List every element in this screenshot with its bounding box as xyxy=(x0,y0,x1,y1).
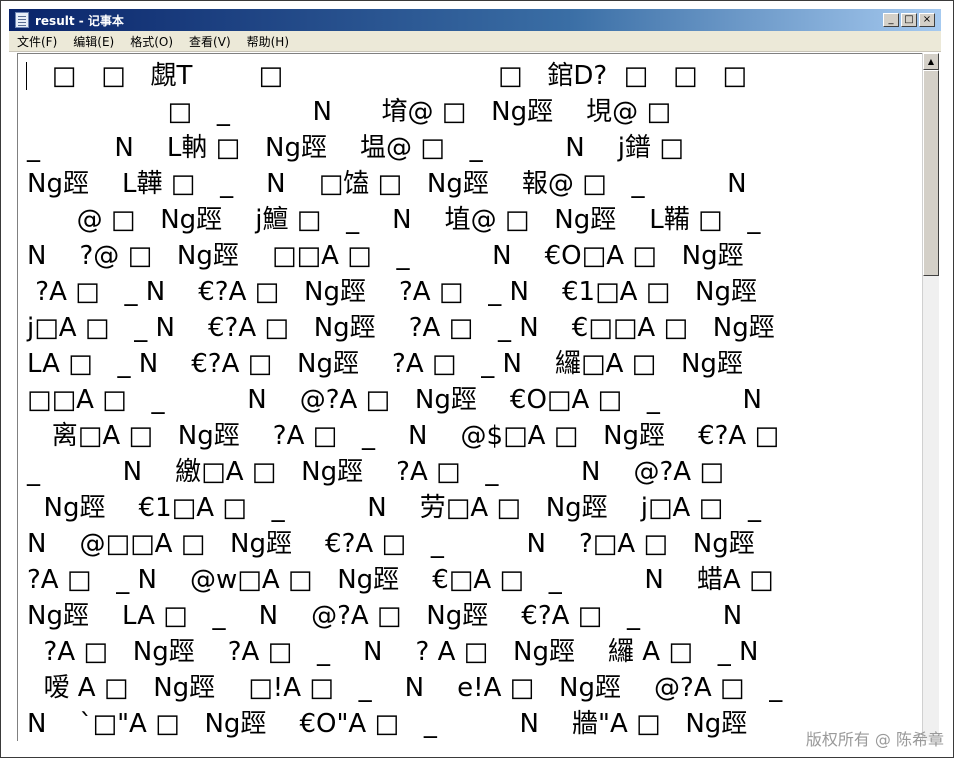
menu-format[interactable]: 格式(O) xyxy=(122,33,181,50)
text-line: N `□"A □ Ng踁 €O"A □ _ N 牆"A □ Ng踁 xyxy=(27,709,748,739)
text-line: ?A □ _ N @w□A □ Ng踁 €□A □ _ N 蜡A □ xyxy=(27,565,774,595)
menu-help[interactable]: 帮助(H) xyxy=(239,33,297,50)
text-caret xyxy=(26,62,27,90)
document-text[interactable]: □ □ 覷T □ □ 錧D? □ □ □ □ _ N 堉@ □ Ng踁 垷@ □… xyxy=(18,54,922,741)
text-line: LA □ _ N €?A □ Ng踁 ?A □ _ N 纙□A □ Ng踁 xyxy=(27,349,743,379)
scroll-thumb[interactable] xyxy=(923,70,939,276)
notepad-window: result - 记事本 _ □ × 文件(F) 编辑(E) 格式(O) 查看(… xyxy=(0,0,954,758)
text-line: Ng踁 €1□A □ _ N 劳□A □ Ng踁 j□A □ _ xyxy=(27,493,761,523)
text-line: @ □ Ng踁 j鱣 □ _ N 埴@ □ Ng踁 L鞴 □ _ xyxy=(27,205,761,235)
menu-file[interactable]: 文件(F) xyxy=(9,33,65,50)
notepad-icon xyxy=(15,12,29,28)
text-line: ?A □ _ N €?A □ Ng踁 ?A □ _ N €1□A □ Ng踁 xyxy=(27,277,758,307)
text-line: □ □ 覷T □ □ 錧D? □ □ □ xyxy=(27,61,747,91)
window-title: result - 记事本 xyxy=(35,13,124,28)
text-line: □ _ N 堉@ □ Ng踁 垷@ □ xyxy=(27,97,672,127)
scroll-up-arrow-icon[interactable]: ▲ xyxy=(923,53,939,70)
text-line: j□A □ _ N €?A □ Ng踁 ?A □ _ N €□□A □ Ng踁 xyxy=(27,313,775,343)
text-line: 离□A □ Ng踁 ?A □ _ N @$□A □ Ng踁 €?A □ xyxy=(27,421,780,451)
menu-edit[interactable]: 编辑(E) xyxy=(65,33,122,50)
text-line: N @□□A □ Ng踁 €?A □ _ N ?□A □ Ng踁 xyxy=(27,529,755,559)
text-edit-area[interactable]: □ □ 覷T □ □ 錧D? □ □ □ □ _ N 堉@ □ Ng踁 垷@ □… xyxy=(17,53,922,741)
title-bar[interactable]: result - 记事本 _ □ × xyxy=(9,9,941,31)
maximize-button[interactable]: □ xyxy=(901,13,917,27)
text-line: Ng踁 LA □ _ N @?A □ Ng踁 €?A □ _ N xyxy=(27,601,743,631)
copyright-watermark: 版权所有 @ 陈希章 xyxy=(805,730,944,749)
menu-bar: 文件(F) 编辑(E) 格式(O) 查看(V) 帮助(H) xyxy=(9,31,941,52)
text-line: Ng踁 L韡 □ _ N □馌 □ Ng踁 報@ □ _ N xyxy=(27,169,747,199)
text-line: N ?@ □ Ng踁 □□A □ _ N €O□A □ Ng踁 xyxy=(27,241,744,271)
text-line: □□A □ _ N @?A □ Ng踁 €O□A □ _ N xyxy=(27,385,762,415)
menu-view[interactable]: 查看(V) xyxy=(181,33,239,50)
close-button[interactable]: × xyxy=(919,13,935,27)
vertical-scrollbar[interactable]: ▲ xyxy=(922,53,939,741)
text-line: _ N L軜 □ Ng踁 塭@ □ _ N j鐠 □ xyxy=(27,133,684,163)
text-line: 嗳 A □ Ng踁 □!A □ _ N e!A □ Ng踁 @?A □ _ xyxy=(27,673,783,703)
text-line: ?A □ Ng踁 ?A □ _ N ? A □ Ng踁 纙 A □ _ N xyxy=(27,637,759,667)
text-line: _ N 繳□A □ Ng踁 ?A □ _ N @?A □ xyxy=(27,457,724,487)
minimize-button[interactable]: _ xyxy=(883,13,899,27)
